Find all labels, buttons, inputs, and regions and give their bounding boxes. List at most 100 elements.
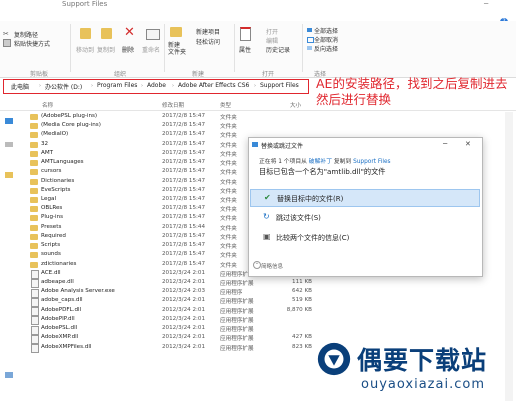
source-folder-link[interactable]: 破解补丁	[309, 159, 332, 165]
dialog-close-button[interactable]: ✕	[465, 140, 471, 148]
file-icon	[31, 307, 39, 317]
folder-icon	[30, 160, 38, 167]
move-to-button[interactable]: 移动到	[76, 45, 94, 54]
folder-icon	[30, 150, 38, 157]
file-date: 2012/3/24 2:01	[162, 306, 206, 313]
file-row[interactable]: Adobe Analysis Server.exe 2012/3/24 2:03 应…	[30, 288, 320, 298]
file-date: 2017/2/8 15:47	[162, 113, 206, 119]
column-date[interactable]: 修改日期	[162, 101, 184, 109]
destination-folder-link[interactable]: Support Files	[353, 159, 390, 165]
file-date: 2017/2/8 15:47	[162, 168, 206, 175]
properties-button[interactable]: 属性	[239, 45, 251, 54]
file-type: 应用程序扩展	[220, 308, 254, 315]
column-type[interactable]: 类型	[220, 101, 231, 109]
ribbon-separator	[302, 24, 303, 72]
file-name: AMTLanguages	[41, 159, 84, 166]
history-button[interactable]: 历史记录	[266, 45, 290, 54]
site-logo-icon	[317, 342, 351, 376]
breadcrumb-separator-icon: ›	[91, 83, 93, 89]
compare-files-option[interactable]: ▣ 比较两个文件的信息(C)	[250, 229, 480, 247]
file-icon	[31, 334, 39, 344]
dialog-status-middle: 复制到	[332, 159, 354, 165]
dialog-minimize-button[interactable]: ─	[443, 140, 447, 148]
navigation-pane[interactable]	[0, 112, 22, 401]
file-type: 文件夹	[220, 197, 237, 204]
file-row[interactable]: adbeape.dll 2012/3/24 2:01 应用程序扩展 111 KB	[30, 278, 320, 289]
rename-button[interactable]: 重命名	[142, 45, 160, 54]
file-type: 文件夹	[220, 179, 237, 186]
breadcrumb-separator-icon: ›	[141, 83, 143, 89]
file-type: 应用程序扩展	[220, 299, 254, 306]
skip-file-option[interactable]: ↻ 跳过该文件(S)	[250, 209, 480, 227]
file-name: cursors	[41, 168, 62, 175]
file-date: 2012/3/24 2:01	[162, 297, 206, 304]
delete-button[interactable]: 删除	[122, 45, 134, 54]
folder-row[interactable]: (AdobePSL plug-ins) 2017/2/8 15:47 文件夹	[30, 113, 320, 122]
copy-path-button[interactable]: 复制路径	[14, 30, 38, 39]
organize-group-label: 组织	[114, 71, 127, 78]
site-url: ouyaoxiazai.com	[361, 377, 485, 392]
file-name: OBLRes	[41, 205, 63, 212]
breadcrumb-this-pc[interactable]: 此电脑	[11, 82, 29, 91]
breadcrumb-separator-icon: ›	[254, 83, 256, 89]
file-type: 应用程序扩展	[220, 317, 254, 324]
ribbon-separator	[164, 24, 165, 72]
new-folder-icon	[170, 27, 182, 37]
file-row[interactable]: AdobePSL.dll 2012/3/24 2:01 应用程序扩展	[30, 325, 320, 335]
new-folder-button[interactable]: 新建 文件夹	[168, 42, 186, 56]
skip-icon: ↻	[263, 212, 270, 221]
less-info-link[interactable]: 简略信息	[261, 262, 283, 270]
file-icon	[31, 316, 39, 326]
file-name: AdobePDFL.dll	[41, 306, 82, 313]
breadcrumb-program-files[interactable]: Program Files	[97, 82, 137, 89]
file-row[interactable]: AdobePDFL.dll 2012/3/24 2:01 应用程序扩展 8,870 K…	[30, 306, 320, 317]
select-none-button[interactable]: 全部取消	[314, 35, 338, 44]
column-size[interactable]: 大小	[290, 101, 301, 109]
file-row[interactable]: AdobeXMP.dll 2012/3/24 2:01 应用程序扩展 427 KB	[30, 334, 320, 344]
file-name: Scripts	[41, 242, 61, 249]
file-date: 2017/2/8 15:47	[162, 186, 206, 193]
breadcrumb-after-effects[interactable]: Adobe After Effects CS6	[178, 82, 249, 89]
file-row[interactable]: AdobePIP.dll 2012/3/24 2:01 应用程序扩展	[30, 316, 320, 326]
breadcrumb-adobe[interactable]: Adobe	[147, 82, 166, 89]
file-name: (Media Core plug-ins)	[41, 122, 101, 129]
chevron-up-icon[interactable]: ^	[253, 261, 261, 269]
cut-icon: ✂	[3, 30, 9, 38]
file-date: 2017/2/8 15:47	[162, 131, 206, 138]
column-name[interactable]: 名称	[42, 101, 53, 109]
breadcrumb-drive[interactable]: 办公软件 (D:)	[45, 82, 82, 91]
file-name: EveScripts	[41, 186, 71, 193]
select-all-button[interactable]: 全部选择	[314, 26, 338, 35]
folder-row[interactable]: (Media Core plug-ins) 2017/2/8 15:47 文件夹	[30, 122, 320, 131]
file-type: 文件夹	[220, 244, 237, 251]
easy-access-button[interactable]: 轻松访问	[196, 37, 220, 46]
open-button[interactable]: 打开	[266, 27, 278, 36]
file-type: 应用程序扩展	[220, 336, 254, 343]
address-bar[interactable]: 此电脑 › 办公软件 (D:) › Program Files › Adobe …	[3, 79, 309, 94]
breadcrumb-support-files[interactable]: Support Files	[260, 82, 299, 89]
replace-file-option[interactable]: ✔ 替换目标中的文件(R)	[250, 189, 480, 207]
new-item-button[interactable]: 新建项目	[196, 27, 220, 36]
file-date: 2017/2/8 15:44	[162, 223, 206, 230]
invert-selection-button[interactable]: 反向选择	[314, 44, 338, 53]
file-date: 2017/2/8 15:47	[162, 177, 206, 184]
replace-option-label: 替换目标中的文件(R)	[277, 195, 344, 203]
file-size: 111 KB	[292, 278, 312, 285]
compare-option-label: 比较两个文件的信息(C)	[276, 234, 350, 242]
file-name: ACE.dll	[41, 269, 61, 276]
minimize-button[interactable]: ─	[484, 0, 488, 8]
paste-shortcut-button[interactable]: 粘贴快捷方式	[14, 39, 50, 48]
file-row[interactable]: AdobeXMPFiles.dll 2012/3/24 2:01 应用程序扩展 823…	[30, 344, 320, 353]
clipboard-group-label: 剪贴板	[30, 71, 49, 78]
dialog-status-prefix: 正在将 1 个项目从	[259, 159, 309, 165]
breadcrumb-separator-icon: ›	[39, 83, 41, 89]
file-size: 642 KB	[292, 288, 312, 295]
file-row[interactable]: adobe_caps.dll 2012/3/24 2:01 应用程序扩展 519 KB	[30, 297, 320, 307]
select-all-icon	[307, 28, 312, 32]
copy-to-button[interactable]: 复制到	[97, 45, 115, 54]
file-date: 2017/2/8 15:47	[162, 232, 206, 239]
edit-button[interactable]: 编辑	[266, 36, 278, 45]
folder-icon	[30, 169, 38, 176]
file-name: Required	[41, 232, 66, 239]
replace-dialog: 替换或跳过文件 ─ ✕ 正在将 1 个项目从 破解补丁 复制到 Support …	[248, 137, 483, 277]
